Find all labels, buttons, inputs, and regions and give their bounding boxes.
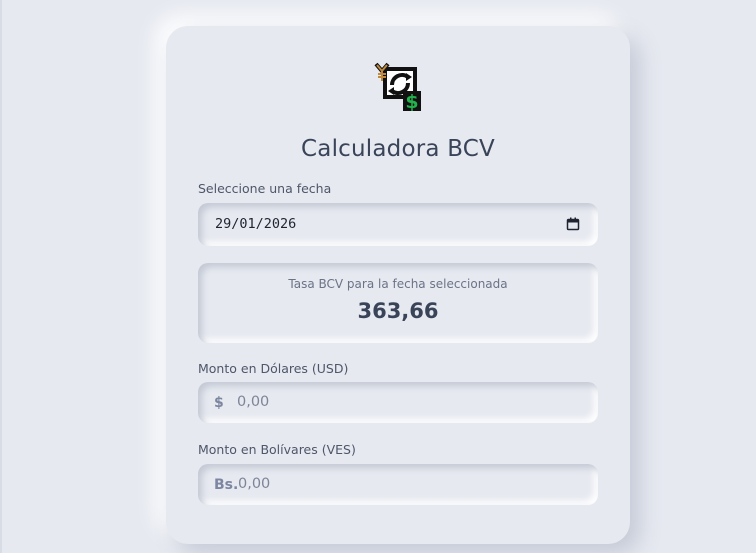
date-value: 29/01/2026 — [215, 216, 297, 232]
rate-label: Tasa BCV para la fecha seleccionada — [288, 277, 508, 291]
date-label: Seleccione una fecha — [198, 181, 332, 196]
page-title: Calculadora BCV — [301, 136, 495, 162]
bolivar-prefix: Bs. — [214, 477, 239, 493]
usd-label: Monto en Dólares (USD) — [198, 361, 349, 376]
usd-amount-input[interactable]: $ 0,00 — [198, 382, 598, 423]
calculator-card: $ Calculadora BCV Seleccione una fecha 2… — [166, 26, 630, 544]
ves-label: Monto en Bolívares (VES) — [198, 442, 356, 457]
calendar-icon[interactable] — [566, 217, 580, 231]
window-edge — [0, 0, 2, 553]
rate-value: 363,66 — [357, 299, 439, 323]
ves-amount-input[interactable]: Bs. 0,00 — [198, 464, 598, 505]
rate-panel: Tasa BCV para la fecha seleccionada 363,… — [198, 263, 598, 343]
dollar-prefix: $ — [214, 395, 224, 411]
svg-text:$: $ — [405, 91, 418, 113]
ves-placeholder: 0,00 — [238, 476, 271, 492]
currency-exchange-icon: $ — [374, 62, 421, 113]
usd-placeholder: 0,00 — [237, 394, 270, 410]
date-input[interactable]: 29/01/2026 — [198, 203, 598, 246]
